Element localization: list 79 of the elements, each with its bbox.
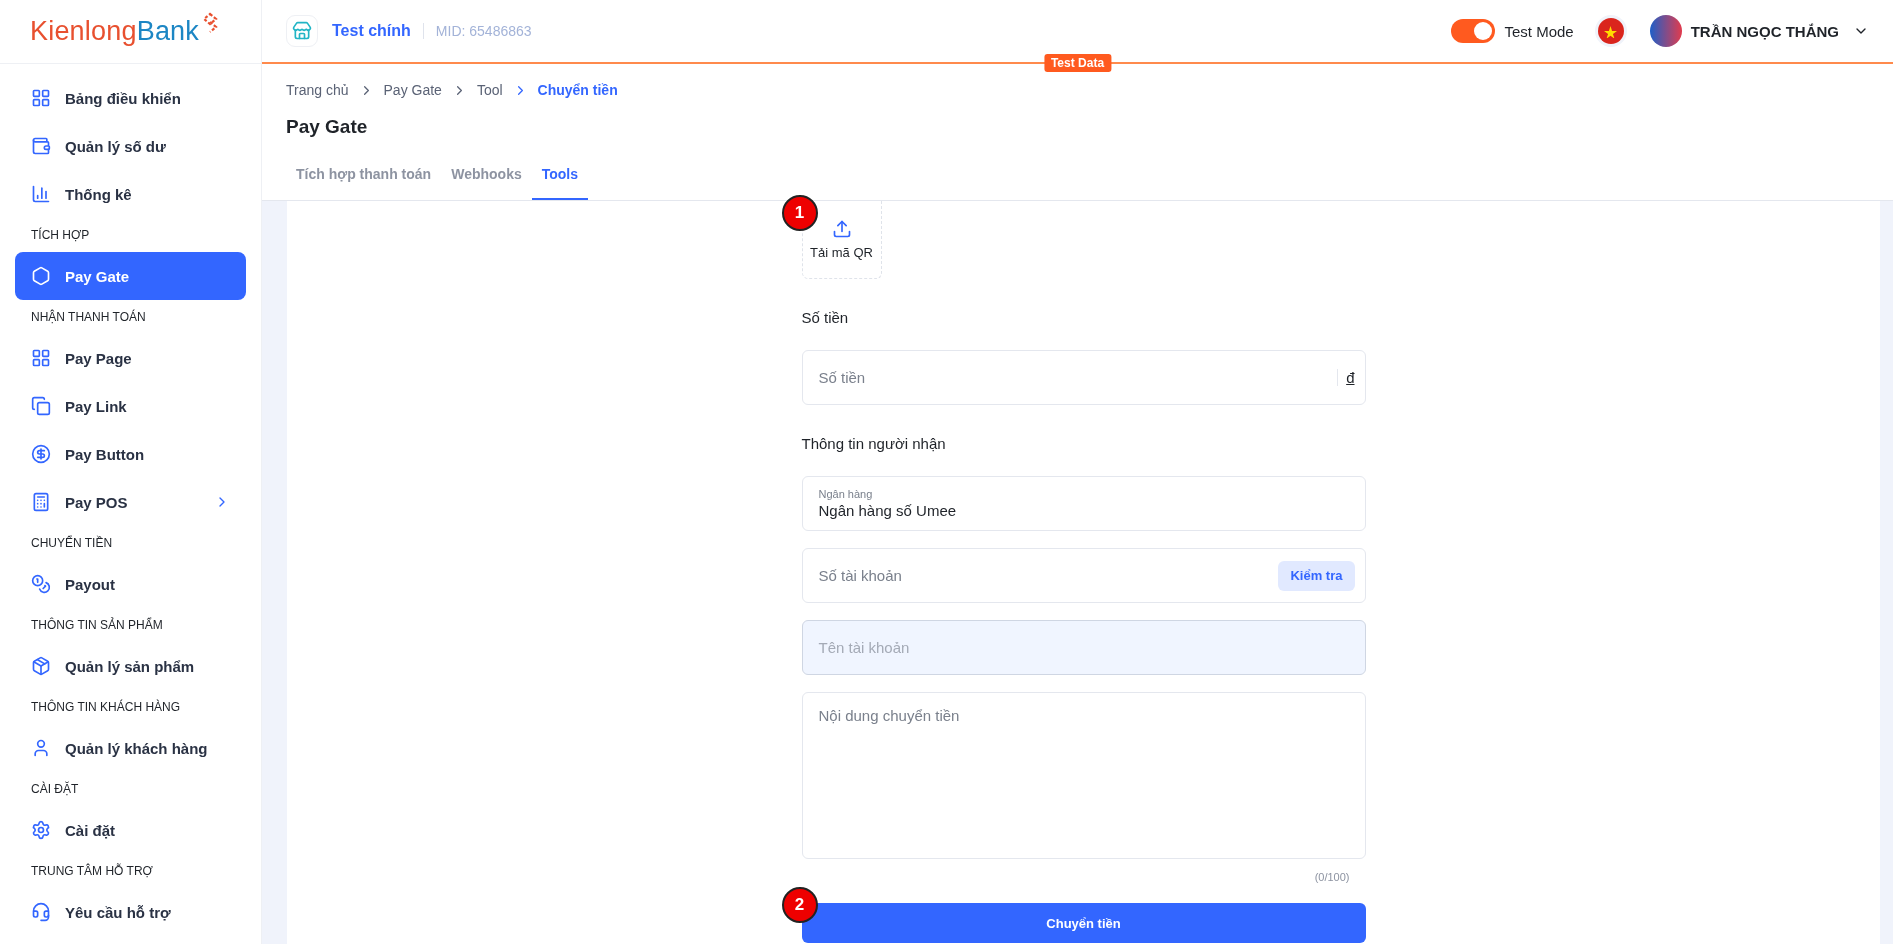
calculator-icon <box>31 492 51 512</box>
field-label: Ngân hàng <box>818 488 873 500</box>
bar-chart-icon <box>31 184 51 204</box>
field-value: Ngân hàng số Umee <box>818 502 957 519</box>
breadcrumb-link[interactable]: Trang chủ <box>286 82 349 98</box>
test-mode-label: Test Mode <box>1504 22 1574 40</box>
hexagon-icon <box>31 266 51 286</box>
nav-item-label: Pay Page <box>65 349 133 367</box>
test-mode-switch[interactable] <box>1451 19 1496 43</box>
copy-icon <box>31 396 51 416</box>
settings-icon <box>31 820 51 840</box>
nav-item[interactable]: Pay Button <box>15 430 246 478</box>
breadcrumb-link[interactable]: Tool <box>476 82 503 98</box>
nav-item[interactable]: Pay POS <box>15 478 246 526</box>
account-number-field[interactable]: Số tài khoản Kiểm tra <box>801 548 1366 603</box>
user-avatar[interactable] <box>1649 15 1682 47</box>
headset-icon <box>31 902 51 922</box>
field-placeholder: Số tài khoản <box>818 567 902 584</box>
nav-section-title: NHẬN THANH TOÁN <box>30 308 147 326</box>
breadcrumb-link[interactable]: Chuyển tiền <box>537 82 618 98</box>
coins-icon <box>31 574 51 594</box>
nav-item[interactable]: Quản lý sản phẩm <box>15 642 246 690</box>
currency-label: đ <box>1337 369 1355 386</box>
nav-item-label: Pay Link <box>65 397 128 415</box>
check-button[interactable]: Kiểm tra <box>1278 560 1355 591</box>
nav-item-label: Quản lý số dư <box>65 137 167 155</box>
nav-item-label: Payout <box>65 575 116 593</box>
nav-item[interactable]: Quản lý số dư <box>15 122 246 170</box>
grid-icon <box>31 88 51 108</box>
annotation-marker: 2 <box>781 887 818 923</box>
message-field[interactable]: Nội dung chuyển tiền <box>801 692 1366 859</box>
logo-mark-icon <box>201 12 220 34</box>
nav-item[interactable]: Thống kê <box>15 170 246 218</box>
section-title: Thông tin người nhận <box>801 435 947 452</box>
wallet-icon <box>31 136 51 156</box>
nav-item-label: Bảng điều khiển <box>65 89 182 107</box>
bank-field[interactable]: Ngân hàng Ngân hàng số Umee <box>801 476 1366 531</box>
nav-item[interactable]: Pay Page <box>15 334 246 382</box>
nav-item-label: Pay Gate <box>65 267 131 285</box>
nav-item-label: Thống kê <box>65 185 133 203</box>
store-name: Test chính <box>332 22 411 40</box>
nav-item[interactable]: Pay Link <box>15 382 246 430</box>
nav-item-label: Quản lý khách hàng <box>65 739 209 757</box>
nav-section-title: THÔNG TIN KHÁCH HÀNG <box>30 698 182 716</box>
store-icon <box>286 15 318 47</box>
nav-item-label: Yêu cầu hỗ trợ <box>65 903 172 921</box>
account-name-field: Tên tài khoản <box>801 620 1366 675</box>
breadcrumb-link[interactable]: Pay Gate <box>383 82 442 98</box>
user-icon <box>31 738 51 758</box>
amount-field[interactable]: Số tiền đ <box>801 350 1366 405</box>
package-icon <box>31 656 51 676</box>
user-name: TRẦN NGỌC THẮNG <box>1690 22 1839 40</box>
nav-section-title: THÔNG TIN SẢN PHẨM <box>30 616 164 634</box>
annotation-marker: 1 <box>781 195 818 231</box>
nav-section-title: TÍCH HỢP <box>30 226 91 244</box>
dollar-coin-icon <box>31 444 51 464</box>
merchant-id: MID: 65486863 <box>422 23 532 39</box>
nav-item-label: Pay POS <box>65 493 129 511</box>
upload-icon <box>831 219 852 239</box>
nav-item[interactable]: Yêu cầu hỗ trợ <box>15 888 246 936</box>
page-title: Pay Gate <box>286 116 369 138</box>
section-title: Số tiền <box>801 309 850 326</box>
upload-label: Tải mã QR <box>810 245 873 260</box>
nav-item-label: Pay Button <box>65 445 146 463</box>
nav-item[interactable]: Payout <box>15 560 246 608</box>
nav-section-title: CHUYỂN TIỀN <box>30 534 114 552</box>
flag-icon[interactable] <box>1597 18 1624 44</box>
nav-item[interactable]: Pay Gate <box>15 252 246 300</box>
nav-item-label: Quản lý sản phẩm <box>65 657 196 675</box>
nav-item[interactable]: Quản lý khách hàng <box>15 724 246 772</box>
nav-item[interactable]: Bảng điều khiển <box>15 74 246 122</box>
grid-icon <box>31 348 51 368</box>
nav-item[interactable]: Cài đặt <box>15 806 246 854</box>
test-data-badge: Test Data <box>1043 54 1112 72</box>
bank-logo: KienlongBank <box>30 16 200 47</box>
character-counter: (0/100) <box>1314 871 1350 883</box>
nav-section-title: TRUNG TÂM HỖ TRỢ <box>30 862 154 880</box>
nav-item-label: Cài đặt <box>65 821 116 839</box>
nav-section-title: CÀI ĐẶT <box>30 780 80 798</box>
